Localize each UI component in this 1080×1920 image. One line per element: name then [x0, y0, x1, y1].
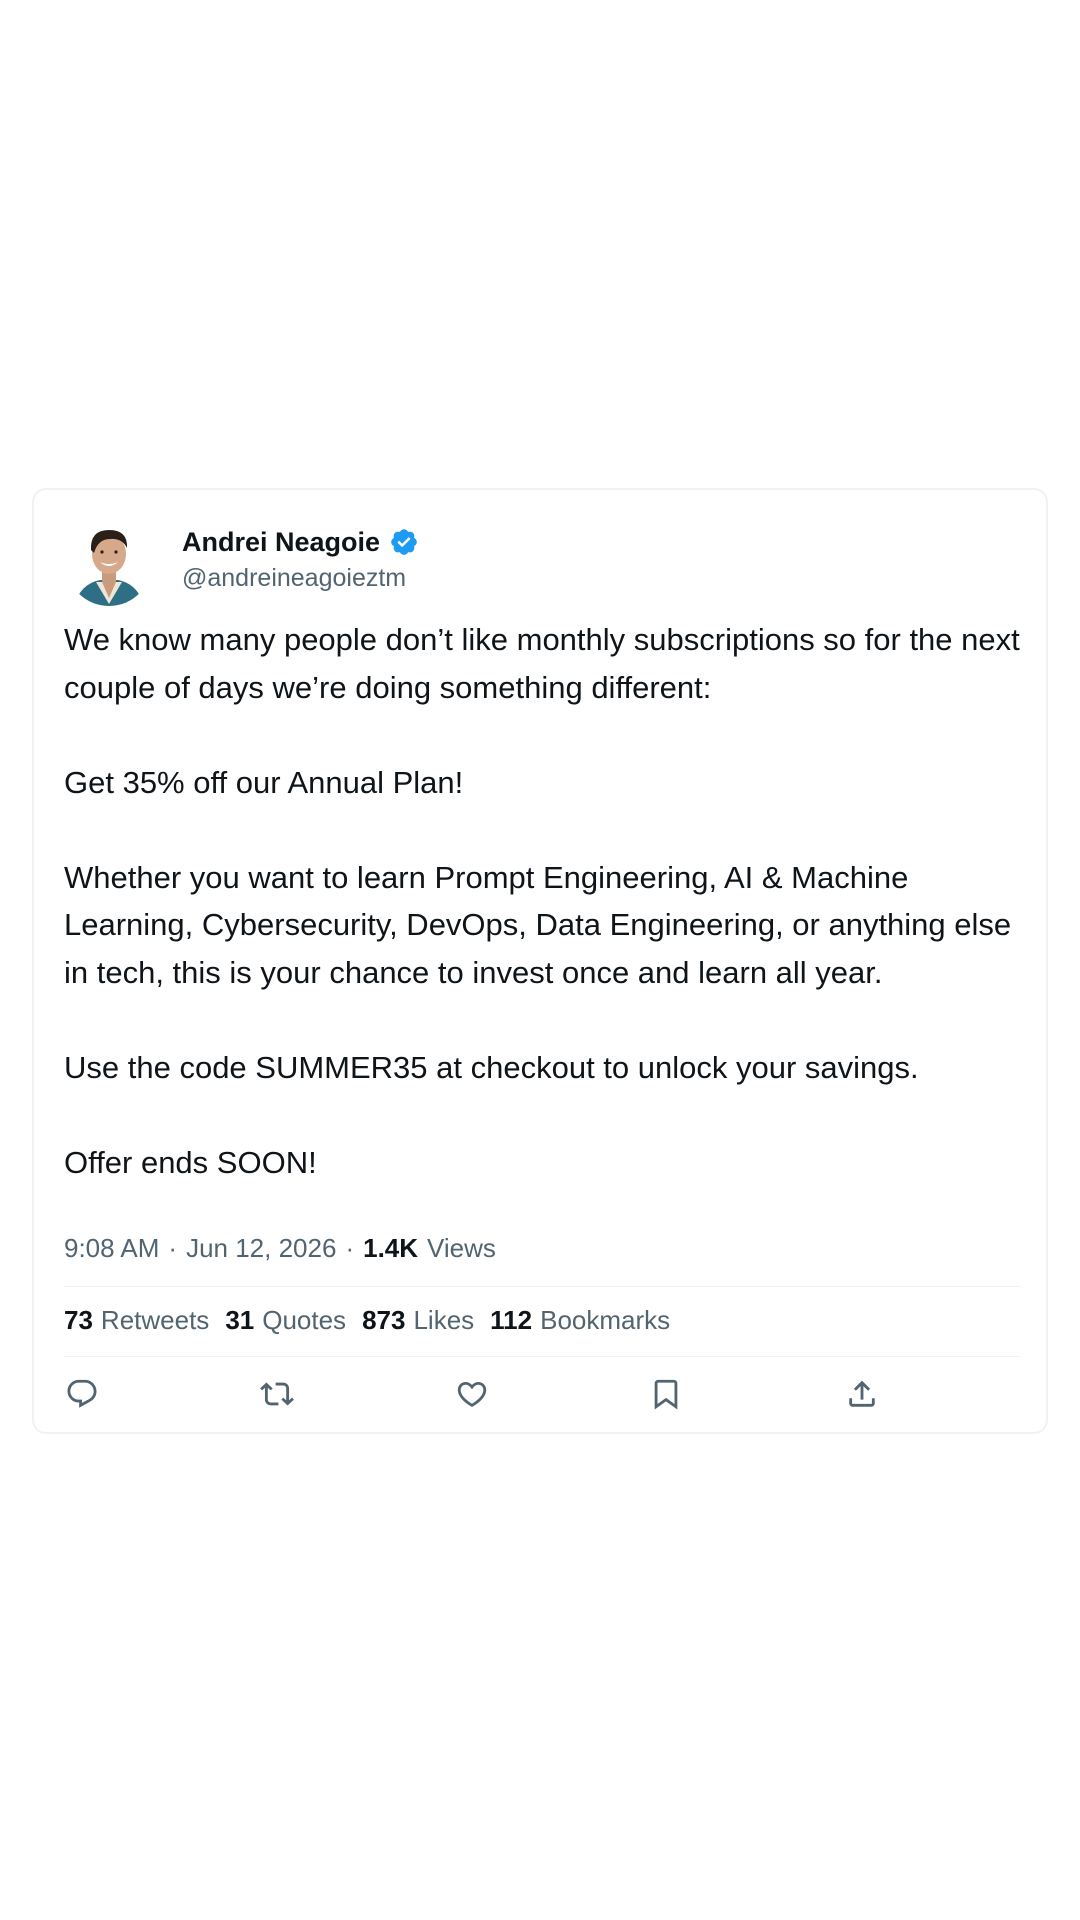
- quotes-count: 31: [225, 1304, 255, 1335]
- tweet-paragraph: Offer ends SOON!: [64, 1144, 317, 1180]
- tweet-paragraph: Use the code SUMMER35 at checkout to unl…: [64, 1049, 919, 1085]
- tweet-paragraph: Get 35% off our Annual Plan!: [64, 764, 464, 800]
- meta-separator: ·: [345, 1232, 355, 1263]
- tweet-meta: 9:08 AM · Jun 12, 2026 · 1.4K Views: [64, 1228, 496, 1268]
- tweet-card: Andrei Neagoie @andreineagoieztm We know…: [32, 488, 1048, 1434]
- like-button[interactable]: [452, 1374, 492, 1414]
- tweet-time[interactable]: 9:08 AM: [64, 1233, 159, 1264]
- share-button[interactable]: [842, 1374, 882, 1414]
- avatar[interactable]: [66, 520, 152, 606]
- heart-icon: [457, 1381, 487, 1407]
- author-row: Andrei Neagoie: [182, 522, 419, 562]
- reply-icon: [67, 1379, 97, 1408]
- tweet-actions: [34, 1370, 1046, 1418]
- bookmark-icon: [654, 1379, 678, 1410]
- author-name[interactable]: Andrei Neagoie: [182, 527, 380, 558]
- retweet-icon: [260, 1382, 294, 1406]
- quotes-stat[interactable]: 31 Quotes: [225, 1305, 346, 1336]
- bookmarks-label: Bookmarks: [540, 1304, 671, 1335]
- bookmarks-stat[interactable]: 112 Bookmarks: [490, 1305, 670, 1336]
- retweets-stat[interactable]: 73 Retweets: [64, 1305, 209, 1336]
- tweet-stats: 73 Retweets 31 Quotes 873 Likes 112 Book…: [64, 1300, 686, 1340]
- views-count: 1.4K: [363, 1232, 419, 1263]
- author-handle[interactable]: @andreineagoieztm: [182, 564, 406, 593]
- quotes-label: Quotes: [262, 1304, 347, 1335]
- meta-separator: ·: [168, 1232, 178, 1263]
- tweet-text: We know many people don’t like monthly s…: [64, 616, 1024, 1186]
- share-icon: [849, 1380, 875, 1407]
- views-label: Views: [427, 1232, 496, 1263]
- tweet-paragraph: We know many people don’t like monthly s…: [64, 622, 1020, 705]
- bookmarks-count: 112: [490, 1304, 533, 1335]
- likes-label: Likes: [413, 1304, 475, 1335]
- tweet-date[interactable]: Jun 12, 2026: [186, 1233, 336, 1264]
- verified-badge-icon: [389, 527, 419, 557]
- tweet-paragraph: Whether you want to learn Prompt Enginee…: [64, 859, 1012, 990]
- likes-count: 873: [362, 1304, 406, 1335]
- avatar-image: [66, 520, 152, 606]
- likes-stat[interactable]: 873 Likes: [362, 1305, 474, 1336]
- divider: [64, 1286, 1020, 1287]
- retweets-count: 73: [64, 1304, 93, 1335]
- bookmark-button[interactable]: [646, 1374, 686, 1414]
- retweet-button[interactable]: [257, 1374, 297, 1414]
- divider: [64, 1356, 1020, 1357]
- reply-button[interactable]: [62, 1374, 102, 1414]
- retweets-label: Retweets: [100, 1304, 210, 1335]
